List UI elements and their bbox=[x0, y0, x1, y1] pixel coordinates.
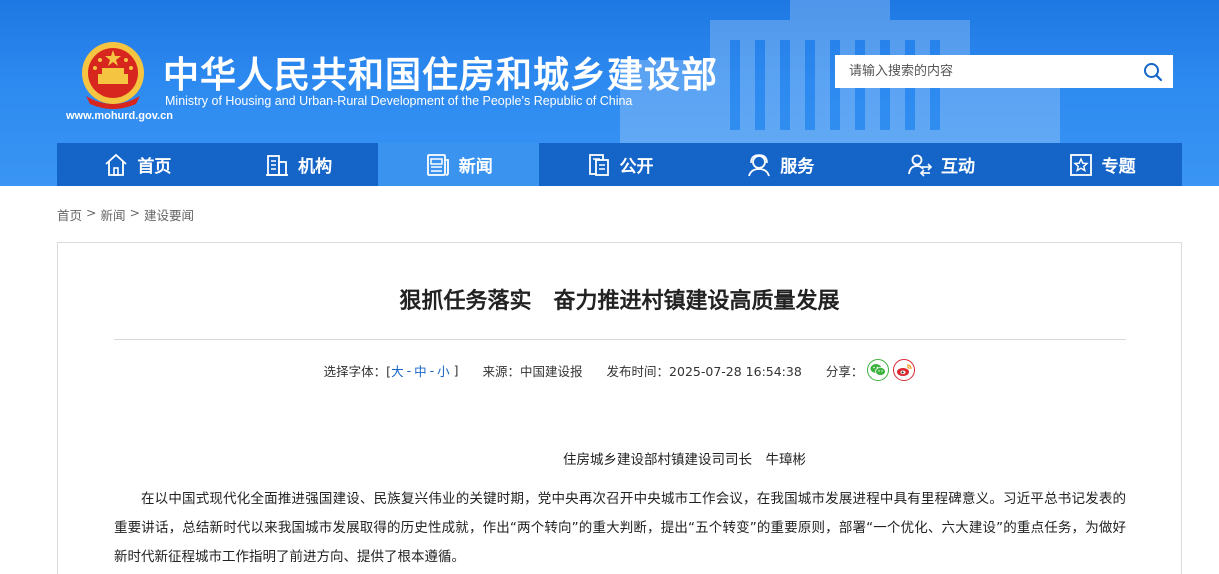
nav-item-interaction[interactable]: 互动 bbox=[861, 143, 1022, 186]
share-group: 分享： bbox=[826, 359, 916, 381]
nav-label: 公开 bbox=[619, 157, 654, 177]
breadcrumb-news[interactable]: 新闻 bbox=[101, 205, 126, 224]
nav-label: 机构 bbox=[298, 157, 333, 177]
nav-item-service[interactable]: 服务 bbox=[700, 143, 861, 186]
wechat-share-button[interactable] bbox=[867, 359, 890, 381]
weibo-share-button[interactable] bbox=[893, 359, 916, 381]
article-meta: 选择字体：[ 大 - 中 - 小 ] 来源：中国建设报 发布时间：2025-07… bbox=[58, 359, 1181, 381]
nav-item-public[interactable]: 公开 bbox=[539, 143, 700, 186]
article-container: 狠抓任务落实 奋力推进村镇建设高质量发展 选择字体：[ 大 - 中 - 小 ] … bbox=[57, 242, 1182, 574]
search-input[interactable] bbox=[835, 55, 1133, 88]
wechat-icon bbox=[870, 364, 887, 376]
breadcrumb-home[interactable]: 首页 bbox=[57, 205, 82, 224]
building-icon bbox=[266, 154, 289, 176]
interact-icon bbox=[908, 154, 933, 177]
nav-item-organization[interactable]: 机构 bbox=[218, 143, 379, 186]
nav-item-news[interactable]: 新闻 bbox=[378, 143, 540, 186]
site-title[interactable]: 中华人民共和国住房和城乡建设部 bbox=[163, 46, 718, 98]
main-nav: 首页 机构 新闻 公开 服务 互动 专题 bbox=[57, 143, 1182, 186]
weibo-icon bbox=[897, 364, 912, 376]
font-size-small-link[interactable]: 小 bbox=[437, 361, 450, 380]
article-publish-time: 发布时间：2025-07-28 16:54:38 bbox=[606, 363, 802, 379]
national-emblem-logo[interactable] bbox=[80, 40, 146, 110]
article-title: 狠抓任务落实 奋力推进村镇建设高质量发展 bbox=[399, 289, 840, 314]
site-url: www.mohurd.gov.cn bbox=[66, 110, 173, 122]
breadcrumb-construction-news[interactable]: 建设要闻 bbox=[144, 205, 194, 224]
share-label: 分享： bbox=[825, 363, 864, 379]
nav-label: 新闻 bbox=[458, 157, 493, 177]
search-button[interactable] bbox=[1133, 55, 1173, 88]
font-size-selector: 选择字体：[ 大 - 中 - 小 ] bbox=[324, 361, 459, 380]
nav-label: 互动 bbox=[940, 157, 975, 177]
breadcrumb: 首页 > 新闻 > 建设要闻 bbox=[57, 205, 194, 224]
search-box bbox=[835, 55, 1173, 88]
font-size-large-link[interactable]: 大 bbox=[391, 361, 404, 380]
home-icon bbox=[105, 153, 127, 176]
breadcrumb-separator: > bbox=[86, 205, 97, 220]
document-icon bbox=[588, 153, 609, 176]
nav-label: 首页 bbox=[137, 157, 172, 177]
site-header: www.mohurd.gov.cn 中华人民共和国住房和城乡建设部 Minist… bbox=[0, 0, 1219, 186]
nav-label: 专题 bbox=[1101, 157, 1136, 177]
nav-item-home[interactable]: 首页 bbox=[57, 143, 218, 186]
font-size-label: 选择字体：[ bbox=[323, 363, 392, 379]
font-size-medium-link[interactable]: 中 bbox=[414, 361, 427, 380]
site-subtitle: Ministry of Housing and Urban-Rural Deve… bbox=[165, 94, 633, 108]
font-size-close: ] bbox=[453, 362, 459, 378]
font-size-dash: - bbox=[429, 362, 435, 378]
title-divider bbox=[114, 339, 1126, 340]
service-icon bbox=[748, 153, 771, 176]
article-source: 来源：中国建设报 bbox=[482, 363, 583, 379]
font-size-dash: - bbox=[406, 362, 412, 378]
article-paragraph: 在以中国式现代化全面推进强国建设、民族复兴伟业的关键时期，党中央再次召开中央城市… bbox=[114, 491, 1126, 565]
search-icon bbox=[1144, 62, 1163, 81]
nav-item-topics[interactable]: 专题 bbox=[1021, 143, 1182, 186]
star-icon bbox=[1069, 153, 1092, 176]
nav-label: 服务 bbox=[780, 157, 815, 177]
article-author: 住房城乡建设部村镇建设司司长 牛璋彬 bbox=[563, 452, 806, 468]
newspaper-icon bbox=[426, 153, 449, 176]
breadcrumb-separator: > bbox=[129, 205, 140, 220]
